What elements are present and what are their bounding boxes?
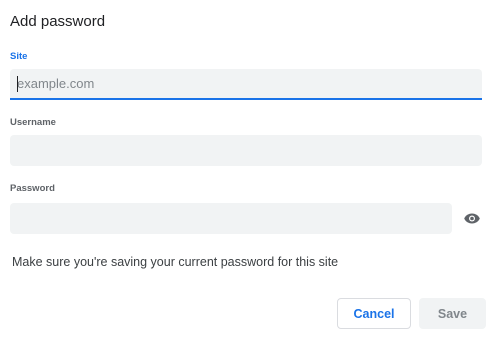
- dialog-title: Add password: [10, 13, 106, 30]
- show-password-button[interactable]: [463, 211, 481, 225]
- eye-icon: [464, 213, 480, 223]
- add-password-dialog: Add password Site Username Password Make…: [0, 0, 494, 344]
- username-label: Username: [10, 117, 56, 128]
- text-cursor: [17, 76, 18, 92]
- site-label: Site: [10, 51, 28, 62]
- save-button[interactable]: Save: [419, 298, 486, 329]
- site-input[interactable]: [10, 69, 482, 100]
- password-label: Password: [10, 183, 55, 194]
- password-input[interactable]: [10, 203, 452, 234]
- cancel-button[interactable]: Cancel: [337, 298, 411, 329]
- password-hint-text: Make sure you're saving your current pas…: [12, 255, 339, 269]
- username-input[interactable]: [10, 135, 482, 166]
